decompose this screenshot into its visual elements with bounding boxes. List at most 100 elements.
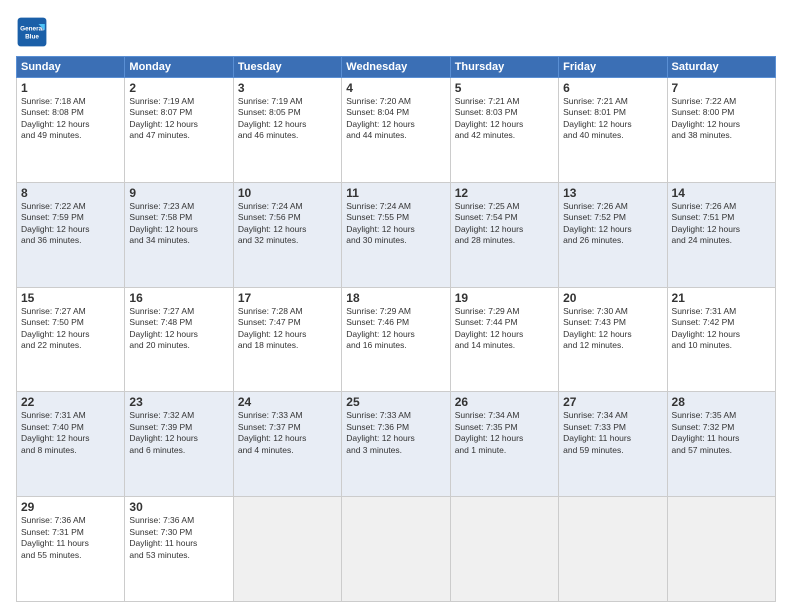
cell-content: Sunrise: 7:22 AMSunset: 7:59 PMDaylight:… [21, 201, 120, 247]
logo: General Blue [16, 16, 52, 48]
day-number: 13 [563, 186, 662, 200]
calendar-week-row: 15Sunrise: 7:27 AMSunset: 7:50 PMDayligh… [17, 287, 776, 392]
cell-content: Sunrise: 7:29 AMSunset: 7:44 PMDaylight:… [455, 306, 554, 352]
day-number: 12 [455, 186, 554, 200]
calendar-cell [233, 497, 341, 602]
day-number: 6 [563, 81, 662, 95]
day-number: 20 [563, 291, 662, 305]
cell-content: Sunrise: 7:35 AMSunset: 7:32 PMDaylight:… [672, 410, 771, 456]
calendar-cell: 23Sunrise: 7:32 AMSunset: 7:39 PMDayligh… [125, 392, 233, 497]
calendar-cell: 7Sunrise: 7:22 AMSunset: 8:00 PMDaylight… [667, 78, 775, 183]
calendar-cell: 14Sunrise: 7:26 AMSunset: 7:51 PMDayligh… [667, 182, 775, 287]
calendar-cell: 8Sunrise: 7:22 AMSunset: 7:59 PMDaylight… [17, 182, 125, 287]
calendar-cell: 15Sunrise: 7:27 AMSunset: 7:50 PMDayligh… [17, 287, 125, 392]
calendar-cell: 1Sunrise: 7:18 AMSunset: 8:08 PMDaylight… [17, 78, 125, 183]
calendar-cell: 24Sunrise: 7:33 AMSunset: 7:37 PMDayligh… [233, 392, 341, 497]
day-number: 26 [455, 395, 554, 409]
col-header-tuesday: Tuesday [233, 57, 341, 78]
day-number: 17 [238, 291, 337, 305]
cell-content: Sunrise: 7:21 AMSunset: 8:01 PMDaylight:… [563, 96, 662, 142]
cell-content: Sunrise: 7:36 AMSunset: 7:30 PMDaylight:… [129, 515, 228, 561]
cell-content: Sunrise: 7:32 AMSunset: 7:39 PMDaylight:… [129, 410, 228, 456]
calendar-week-row: 22Sunrise: 7:31 AMSunset: 7:40 PMDayligh… [17, 392, 776, 497]
cell-content: Sunrise: 7:33 AMSunset: 7:37 PMDaylight:… [238, 410, 337, 456]
day-number: 22 [21, 395, 120, 409]
cell-content: Sunrise: 7:31 AMSunset: 7:40 PMDaylight:… [21, 410, 120, 456]
calendar-cell: 6Sunrise: 7:21 AMSunset: 8:01 PMDaylight… [559, 78, 667, 183]
calendar-cell: 13Sunrise: 7:26 AMSunset: 7:52 PMDayligh… [559, 182, 667, 287]
cell-content: Sunrise: 7:34 AMSunset: 7:33 PMDaylight:… [563, 410, 662, 456]
calendar-cell: 20Sunrise: 7:30 AMSunset: 7:43 PMDayligh… [559, 287, 667, 392]
cell-content: Sunrise: 7:33 AMSunset: 7:36 PMDaylight:… [346, 410, 445, 456]
day-number: 3 [238, 81, 337, 95]
calendar-cell: 18Sunrise: 7:29 AMSunset: 7:46 PMDayligh… [342, 287, 450, 392]
calendar-cell [450, 497, 558, 602]
cell-content: Sunrise: 7:27 AMSunset: 7:48 PMDaylight:… [129, 306, 228, 352]
calendar-cell: 26Sunrise: 7:34 AMSunset: 7:35 PMDayligh… [450, 392, 558, 497]
cell-content: Sunrise: 7:21 AMSunset: 8:03 PMDaylight:… [455, 96, 554, 142]
cell-content: Sunrise: 7:29 AMSunset: 7:46 PMDaylight:… [346, 306, 445, 352]
cell-content: Sunrise: 7:24 AMSunset: 7:55 PMDaylight:… [346, 201, 445, 247]
day-number: 25 [346, 395, 445, 409]
calendar-cell: 22Sunrise: 7:31 AMSunset: 7:40 PMDayligh… [17, 392, 125, 497]
cell-content: Sunrise: 7:24 AMSunset: 7:56 PMDaylight:… [238, 201, 337, 247]
page-header: General Blue [16, 16, 776, 48]
calendar-cell: 28Sunrise: 7:35 AMSunset: 7:32 PMDayligh… [667, 392, 775, 497]
calendar-cell: 4Sunrise: 7:20 AMSunset: 8:04 PMDaylight… [342, 78, 450, 183]
day-number: 2 [129, 81, 228, 95]
day-number: 27 [563, 395, 662, 409]
calendar-cell: 16Sunrise: 7:27 AMSunset: 7:48 PMDayligh… [125, 287, 233, 392]
day-number: 18 [346, 291, 445, 305]
day-number: 1 [21, 81, 120, 95]
calendar-cell: 19Sunrise: 7:29 AMSunset: 7:44 PMDayligh… [450, 287, 558, 392]
day-number: 16 [129, 291, 228, 305]
calendar-cell [667, 497, 775, 602]
calendar-cell: 5Sunrise: 7:21 AMSunset: 8:03 PMDaylight… [450, 78, 558, 183]
calendar-table: SundayMondayTuesdayWednesdayThursdayFrid… [16, 56, 776, 602]
col-header-thursday: Thursday [450, 57, 558, 78]
cell-content: Sunrise: 7:18 AMSunset: 8:08 PMDaylight:… [21, 96, 120, 142]
cell-content: Sunrise: 7:27 AMSunset: 7:50 PMDaylight:… [21, 306, 120, 352]
calendar-cell: 25Sunrise: 7:33 AMSunset: 7:36 PMDayligh… [342, 392, 450, 497]
day-number: 21 [672, 291, 771, 305]
day-number: 10 [238, 186, 337, 200]
day-number: 9 [129, 186, 228, 200]
calendar-week-row: 8Sunrise: 7:22 AMSunset: 7:59 PMDaylight… [17, 182, 776, 287]
cell-content: Sunrise: 7:19 AMSunset: 8:05 PMDaylight:… [238, 96, 337, 142]
col-header-friday: Friday [559, 57, 667, 78]
day-number: 28 [672, 395, 771, 409]
day-number: 11 [346, 186, 445, 200]
calendar-cell [342, 497, 450, 602]
col-header-saturday: Saturday [667, 57, 775, 78]
calendar-cell: 10Sunrise: 7:24 AMSunset: 7:56 PMDayligh… [233, 182, 341, 287]
day-number: 30 [129, 500, 228, 514]
calendar-cell: 17Sunrise: 7:28 AMSunset: 7:47 PMDayligh… [233, 287, 341, 392]
col-header-sunday: Sunday [17, 57, 125, 78]
cell-content: Sunrise: 7:25 AMSunset: 7:54 PMDaylight:… [455, 201, 554, 247]
calendar-cell: 21Sunrise: 7:31 AMSunset: 7:42 PMDayligh… [667, 287, 775, 392]
day-number: 19 [455, 291, 554, 305]
col-header-wednesday: Wednesday [342, 57, 450, 78]
calendar-cell [559, 497, 667, 602]
calendar-header-row: SundayMondayTuesdayWednesdayThursdayFrid… [17, 57, 776, 78]
day-number: 15 [21, 291, 120, 305]
day-number: 4 [346, 81, 445, 95]
cell-content: Sunrise: 7:26 AMSunset: 7:51 PMDaylight:… [672, 201, 771, 247]
cell-content: Sunrise: 7:36 AMSunset: 7:31 PMDaylight:… [21, 515, 120, 561]
calendar-cell: 2Sunrise: 7:19 AMSunset: 8:07 PMDaylight… [125, 78, 233, 183]
calendar-cell: 27Sunrise: 7:34 AMSunset: 7:33 PMDayligh… [559, 392, 667, 497]
day-number: 14 [672, 186, 771, 200]
calendar-week-row: 29Sunrise: 7:36 AMSunset: 7:31 PMDayligh… [17, 497, 776, 602]
col-header-monday: Monday [125, 57, 233, 78]
calendar-week-row: 1Sunrise: 7:18 AMSunset: 8:08 PMDaylight… [17, 78, 776, 183]
calendar-cell: 3Sunrise: 7:19 AMSunset: 8:05 PMDaylight… [233, 78, 341, 183]
cell-content: Sunrise: 7:19 AMSunset: 8:07 PMDaylight:… [129, 96, 228, 142]
calendar-cell: 29Sunrise: 7:36 AMSunset: 7:31 PMDayligh… [17, 497, 125, 602]
cell-content: Sunrise: 7:28 AMSunset: 7:47 PMDaylight:… [238, 306, 337, 352]
cell-content: Sunrise: 7:30 AMSunset: 7:43 PMDaylight:… [563, 306, 662, 352]
cell-content: Sunrise: 7:26 AMSunset: 7:52 PMDaylight:… [563, 201, 662, 247]
calendar-cell: 11Sunrise: 7:24 AMSunset: 7:55 PMDayligh… [342, 182, 450, 287]
day-number: 8 [21, 186, 120, 200]
day-number: 7 [672, 81, 771, 95]
cell-content: Sunrise: 7:20 AMSunset: 8:04 PMDaylight:… [346, 96, 445, 142]
